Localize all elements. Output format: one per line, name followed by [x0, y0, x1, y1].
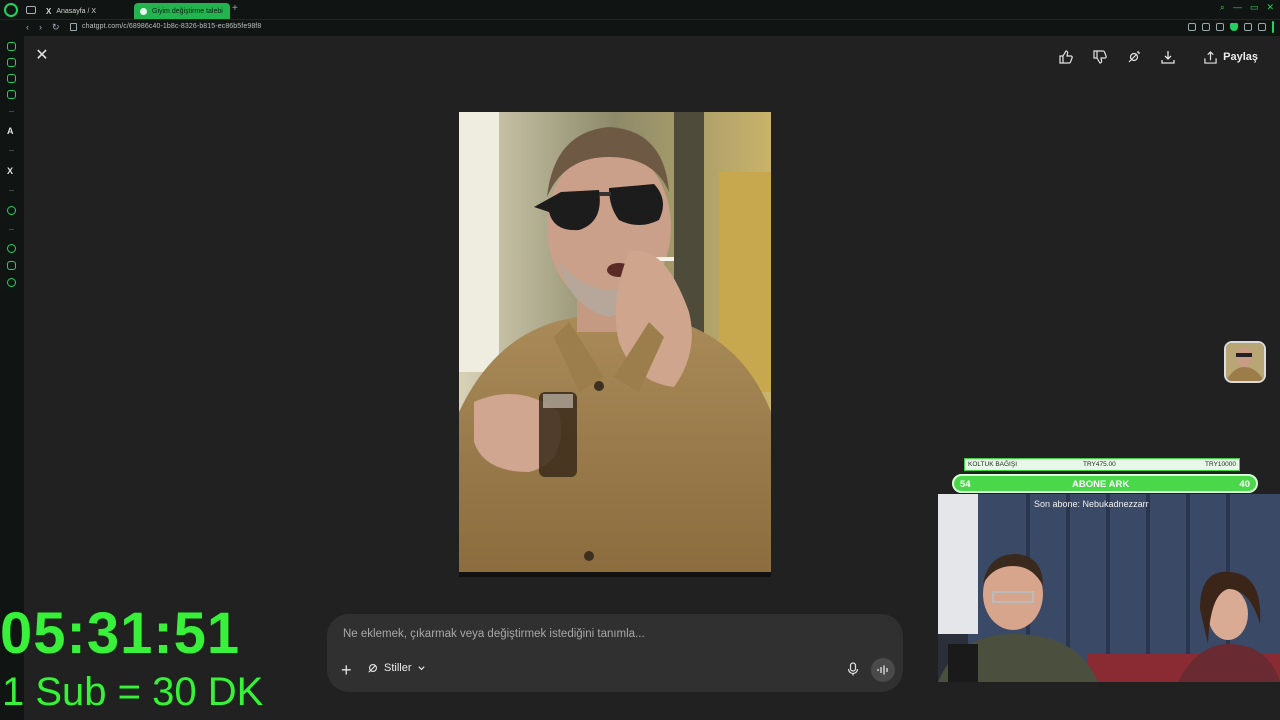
reload-icon[interactable]: ↻: [52, 22, 60, 33]
donation-current: TRY475.00: [1083, 461, 1116, 468]
thumbs-up-button[interactable]: [1058, 45, 1074, 69]
prompt-input[interactable]: Ne eklemek, çıkarmak veya değiştirmek is…: [343, 628, 645, 640]
dictate-button[interactable]: [847, 662, 859, 681]
tab-x-home[interactable]: X Anasayfa / X: [40, 3, 134, 19]
generated-image: [459, 112, 771, 577]
adblock-shield-icon[interactable]: [1230, 23, 1238, 31]
sidebar-divider: [9, 229, 14, 230]
share-button[interactable]: Paylaş: [1194, 44, 1268, 70]
sidebar-divider: [9, 190, 14, 191]
browser-tab-bar: X Anasayfa / X Giyim değiştirme talebi +…: [0, 0, 1280, 20]
styles-label: Stiller: [384, 662, 412, 674]
thumbs-down-button[interactable]: [1092, 45, 1108, 69]
chevron-down-icon: [417, 665, 425, 670]
sidebar-settings-icon[interactable]: [7, 278, 16, 287]
edit-image-button[interactable]: [1126, 45, 1142, 69]
thumbs-down-icon: [1093, 50, 1107, 64]
bookmark-icon[interactable]: [1202, 23, 1210, 31]
sidebar-player-icon[interactable]: [7, 206, 16, 215]
download-button[interactable]: [1160, 45, 1176, 69]
download-icon: [1161, 51, 1175, 64]
microphone-icon: [847, 662, 859, 676]
opera-gx-logo-icon[interactable]: [4, 3, 18, 17]
sidebar-gx-control-icon[interactable]: [7, 42, 16, 51]
snapshot-icon[interactable]: [1216, 23, 1224, 31]
stream-timer: 05:31:51: [0, 601, 241, 666]
donation-goal-bar: KOLTUK BAĞIŞI TRY475.00 TRY10000: [964, 458, 1240, 471]
tab-label: Giyim değiştirme talebi: [152, 7, 223, 15]
sidebar-twitch-icon[interactable]: [7, 74, 16, 83]
x-logo-icon: X: [46, 6, 52, 16]
player-icon[interactable]: [1244, 23, 1252, 31]
image-toolbar: Paylaş: [1058, 44, 1268, 70]
sidebar-extensions-icon[interactable]: [7, 261, 16, 270]
donation-title: KOLTUK BAĞIŞI: [968, 461, 1018, 468]
voice-mode-button[interactable]: [871, 658, 895, 682]
workspaces-icon[interactable]: [24, 3, 38, 17]
zoom-icon[interactable]: [1188, 23, 1196, 31]
voice-waveform-icon: [877, 665, 888, 675]
donation-target: TRY10000: [1205, 461, 1236, 468]
sub-goal-target: 40: [1239, 479, 1250, 490]
share-label: Paylaş: [1223, 51, 1258, 63]
sub-goal-bar: 54 ABONE ARK 40: [952, 474, 1258, 493]
minimize-icon[interactable]: —: [1233, 2, 1242, 13]
window-close-icon[interactable]: ✕: [1266, 2, 1274, 13]
magic-edit-icon: [1128, 51, 1141, 63]
add-attachment-button[interactable]: +: [341, 661, 352, 679]
tab-chatgpt[interactable]: Giyim değiştirme talebi: [134, 3, 230, 19]
sidebar-divider: [9, 111, 14, 112]
subathon-rate-text: 1 Sub = 30 DK: [2, 670, 264, 714]
last-subscriber-text: Son abone: Nebukadnezzarr: [1034, 499, 1149, 509]
close-viewer-button[interactable]: ✕: [34, 48, 50, 64]
new-tab-plus-icon[interactable]: +: [232, 3, 238, 14]
styles-button[interactable]: Stiller: [367, 662, 426, 674]
sidebar-divider: [9, 150, 14, 151]
sidebar-history-icon[interactable]: [7, 244, 16, 253]
search-icon[interactable]: ⌕: [1220, 2, 1225, 13]
forward-icon[interactable]: ›: [39, 22, 42, 33]
gx-control-bar-icon[interactable]: [1272, 21, 1274, 33]
webcam-overlay: [938, 494, 1280, 682]
tab-label: Anasayfa / X: [56, 7, 97, 15]
sidebar-discord-icon[interactable]: [7, 90, 16, 99]
sub-goal-current: 54: [960, 479, 971, 490]
sidebar-gx-corner-icon[interactable]: [7, 58, 16, 67]
sub-goal-label: ABONE ARK: [1072, 479, 1130, 490]
back-icon[interactable]: ‹: [26, 22, 29, 33]
share-icon: [1204, 50, 1217, 64]
heart-icon[interactable]: [1258, 23, 1266, 31]
image-thumbnail[interactable]: [1224, 341, 1266, 383]
lock-icon: [70, 23, 77, 31]
sidebar-x-icon[interactable]: X: [7, 166, 13, 176]
sidebar-app-a-icon[interactable]: A: [7, 126, 14, 136]
thumbs-up-icon: [1059, 50, 1073, 64]
address-bar: ‹ › ↻ chatgpt.com/c/68986c40-1b8c-8326-b…: [0, 20, 1280, 36]
styles-icon: [368, 664, 377, 673]
edit-prompt-composer: Ne eklemek, çıkarmak veya değiştirmek is…: [327, 614, 903, 692]
screen: X Anasayfa / X Giyim değiştirme talebi +…: [0, 0, 1280, 720]
maximize-icon[interactable]: ▭: [1250, 2, 1259, 13]
chatgpt-favicon-icon: [140, 7, 147, 15]
url-field[interactable]: chatgpt.com/c/68986c40-1b8c-8326-b815-ec…: [82, 23, 261, 30]
